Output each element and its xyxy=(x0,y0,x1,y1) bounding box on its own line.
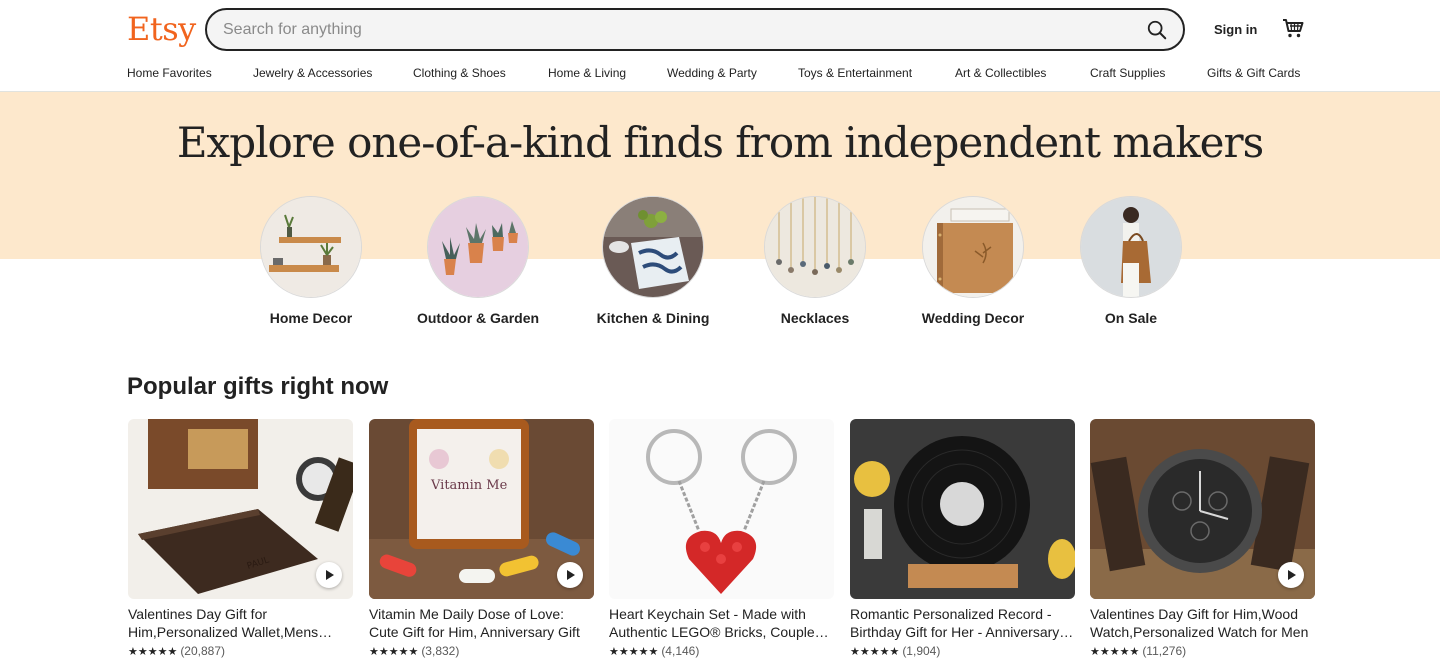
play-icon xyxy=(1288,570,1296,580)
search-input[interactable] xyxy=(223,18,1123,42)
play-icon xyxy=(326,570,334,580)
hero-title: Explore one-of-a-kind finds from indepen… xyxy=(176,118,1264,167)
category-wedding-decor[interactable]: Wedding Decor xyxy=(893,196,1053,326)
category-necklaces[interactable]: Necklaces xyxy=(735,196,895,326)
play-video-button[interactable] xyxy=(557,562,583,588)
etsy-logo[interactable]: Etsy xyxy=(127,10,196,48)
nav-home-favorites[interactable]: Home Favorites xyxy=(127,66,212,80)
category-label: Outdoor & Garden xyxy=(416,310,540,326)
wood-watch-image xyxy=(1090,419,1315,599)
product-title: Valentines Day Gift for Him,Wood Watch,P… xyxy=(1090,606,1309,640)
category-home-decor[interactable]: Home Decor xyxy=(231,196,391,326)
heart-keychain-image xyxy=(609,419,834,599)
nav-craft-supplies[interactable]: Craft Supplies xyxy=(1090,66,1165,80)
review-count: (3,832) xyxy=(421,644,460,658)
bag-image xyxy=(1080,196,1182,298)
product-title: Vitamin Me Daily Dose of Love: Cute Gift… xyxy=(369,606,580,640)
stars-icon: ★★★★★ xyxy=(1090,645,1140,658)
category-kitchen-dining[interactable]: Kitchen & Dining xyxy=(573,196,733,326)
svg-text:Vitamin Me: Vitamin Me xyxy=(430,478,508,493)
cart-button[interactable] xyxy=(1281,16,1305,40)
category-outdoor-garden[interactable]: Outdoor & Garden xyxy=(398,196,558,326)
shelf-image xyxy=(260,196,362,298)
product-rating: ★★★★★ (11,276) xyxy=(1090,644,1315,658)
site-header: Etsy Sign in Home Favorites Jewelry & Ac… xyxy=(0,0,1440,92)
product-rating: ★★★★★ (20,887) xyxy=(128,644,353,658)
plate-image xyxy=(602,196,704,298)
review-count: (20,887) xyxy=(180,644,226,658)
succulent-image xyxy=(427,196,529,298)
popular-gifts-title: Popular gifts right now xyxy=(127,373,389,400)
nav-wedding-party[interactable]: Wedding & Party xyxy=(667,66,757,80)
vitamin-jar-image: Vitamin Me xyxy=(369,419,594,599)
nav-toys-entertainment[interactable]: Toys & Entertainment xyxy=(798,66,912,80)
product-rating: ★★★★★ (1,904) xyxy=(850,644,1075,658)
product-card[interactable]: Romantic Personalized Record - Birthday … xyxy=(850,419,1075,658)
review-count: (4,146) xyxy=(661,644,700,658)
necklace-image xyxy=(764,196,866,298)
category-label: Home Decor xyxy=(269,310,353,326)
product-card[interactable]: Vitamin Me Vitamin Me Daily Dose of Love… xyxy=(369,419,594,658)
search-bar xyxy=(205,8,1185,51)
guestbook-image xyxy=(922,196,1024,298)
nav-clothing-shoes[interactable]: Clothing & Shoes xyxy=(413,66,506,80)
stars-icon: ★★★★★ xyxy=(128,645,178,658)
product-rating: ★★★★★ (4,146) xyxy=(609,644,834,658)
search-button[interactable] xyxy=(1143,16,1171,44)
play-icon xyxy=(567,570,575,580)
stars-icon: ★★★★★ xyxy=(850,645,900,658)
search-icon xyxy=(1147,20,1167,40)
play-video-button[interactable] xyxy=(1278,562,1304,588)
product-rating: ★★★★★ (3,832) xyxy=(369,644,594,658)
product-card[interactable]: PAUL Valentines Day Gift for Him,Persona… xyxy=(128,419,353,658)
product-card[interactable]: Heart Keychain Set - Made with Authentic… xyxy=(609,419,834,658)
category-label: On Sale xyxy=(1104,310,1158,326)
product-title: Valentines Day Gift for Him,Personalized… xyxy=(128,606,319,640)
product-title: Heart Keychain Set - Made with Authentic… xyxy=(609,606,822,640)
nav-jewelry-accessories[interactable]: Jewelry & Accessories xyxy=(253,66,372,80)
wallet-image: PAUL xyxy=(128,419,353,599)
stars-icon: ★★★★★ xyxy=(609,645,659,658)
category-label: Kitchen & Dining xyxy=(596,310,710,326)
play-video-button[interactable] xyxy=(316,562,342,588)
nav-home-living[interactable]: Home & Living xyxy=(548,66,626,80)
stars-icon: ★★★★★ xyxy=(369,645,419,658)
review-count: (11,276) xyxy=(1142,644,1187,658)
product-card[interactable]: Valentines Day Gift for Him,Wood Watch,P… xyxy=(1090,419,1315,658)
product-title: Romantic Personalized Record - Birthday … xyxy=(850,606,1060,640)
category-label: Necklaces xyxy=(780,310,850,326)
category-label: Wedding Decor xyxy=(921,310,1025,326)
nav-gifts-gift-cards[interactable]: Gifts & Gift Cards xyxy=(1207,66,1300,80)
cart-icon xyxy=(1283,19,1304,38)
sign-in-link[interactable]: Sign in xyxy=(1214,22,1257,37)
nav-art-collectibles[interactable]: Art & Collectibles xyxy=(955,66,1046,80)
review-count: (1,904) xyxy=(902,644,941,658)
category-on-sale[interactable]: On Sale xyxy=(1051,196,1211,326)
record-image xyxy=(850,419,1075,599)
